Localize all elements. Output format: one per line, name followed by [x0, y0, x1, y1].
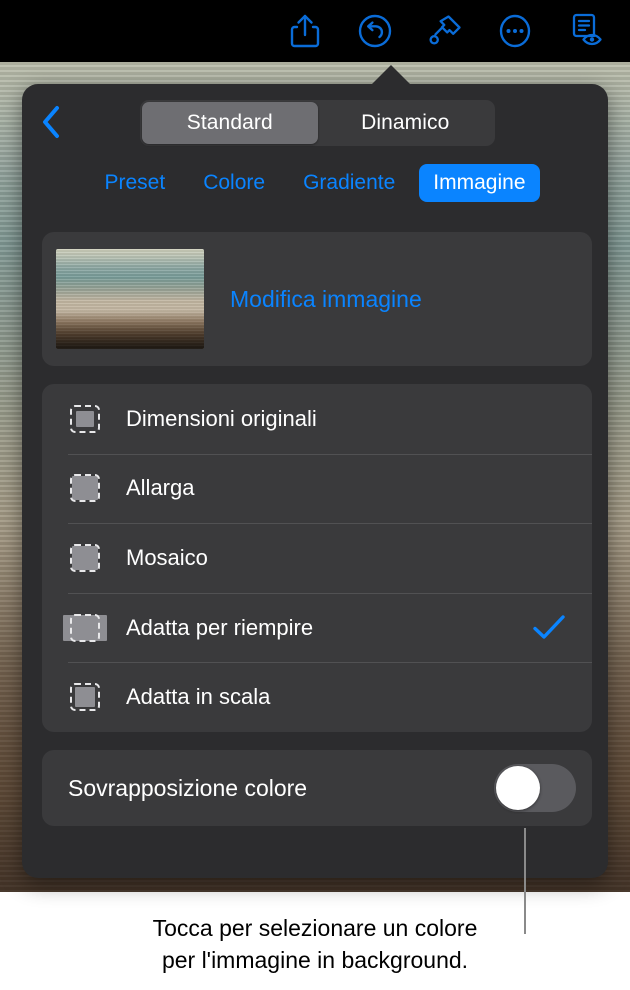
edit-image-button[interactable]: Modifica immagine: [230, 286, 422, 313]
tab-gradiente[interactable]: Gradiente: [289, 164, 409, 202]
stretch-icon: [62, 469, 108, 507]
caption-text: Tocca per selezionare un colore per l'im…: [0, 912, 630, 976]
undo-icon: [357, 13, 393, 49]
style-segmented-control[interactable]: Standard Dinamico: [140, 100, 495, 146]
more-button[interactable]: [480, 3, 550, 59]
scale-to-fit-icon: [62, 678, 108, 716]
option-label: Allarga: [126, 475, 195, 501]
format-brush-icon: [425, 11, 465, 51]
more-ellipsis-icon: [497, 13, 533, 49]
tab-immagine[interactable]: Immagine: [419, 164, 540, 202]
image-edit-card: Modifica immagine: [42, 232, 592, 366]
popover-arrow: [371, 65, 411, 85]
option-label: Dimensioni originali: [126, 405, 317, 431]
image-fit-options-list: Dimensioni originali Allarga Mosaico Ada…: [42, 384, 592, 732]
document-preview-button[interactable]: [550, 3, 620, 59]
option-row-original-size[interactable]: Dimensioni originali: [42, 384, 592, 454]
option-label: Mosaico: [126, 544, 208, 570]
tile-icon: [62, 539, 108, 577]
popover-header: Standard Dinamico: [22, 100, 608, 148]
share-icon: [288, 13, 322, 49]
screen: Standard Dinamico Preset Colore Gradient…: [0, 0, 630, 990]
document-preview-icon: [567, 12, 603, 50]
chevron-left-icon: [40, 105, 62, 144]
option-row-stretch[interactable]: Allarga: [42, 453, 592, 524]
caption-line-2: per l'immagine in background.: [161, 947, 469, 973]
undo-button[interactable]: [340, 3, 410, 59]
segment-standard[interactable]: Standard: [142, 102, 318, 144]
share-button[interactable]: [270, 3, 340, 59]
original-size-icon: [62, 400, 108, 438]
background-image-thumbnail[interactable]: [56, 249, 204, 349]
thumbnail-photo: [56, 249, 204, 349]
option-row-scale-to-fill[interactable]: Adatta per riempire: [42, 592, 592, 663]
back-button[interactable]: [26, 101, 76, 147]
color-overlay-toggle[interactable]: [494, 764, 576, 812]
option-row-scale-to-fit[interactable]: Adatta in scala: [42, 662, 592, 732]
option-row-tile[interactable]: Mosaico: [42, 523, 592, 593]
segment-dinamico[interactable]: Dinamico: [318, 102, 494, 144]
color-overlay-label: Sovrapposizione colore: [68, 774, 308, 801]
checkmark-icon: [532, 614, 566, 642]
format-brush-button[interactable]: [410, 3, 480, 59]
caption-line-1: Tocca per selezionare un colore: [152, 915, 478, 941]
color-overlay-card: Sovrapposizione colore: [42, 750, 592, 826]
background-format-popover: Standard Dinamico Preset Colore Gradient…: [22, 84, 608, 878]
fill-type-tabs: Preset Colore Gradiente Immagine: [22, 162, 608, 204]
callout-leader-line: [524, 828, 526, 934]
option-label: Adatta in scala: [126, 684, 271, 710]
scale-to-fill-icon: [62, 609, 108, 647]
top-toolbar: [0, 0, 630, 62]
option-label: Adatta per riempire: [126, 614, 314, 640]
tab-colore[interactable]: Colore: [189, 164, 279, 202]
toggle-knob: [496, 766, 540, 810]
tab-preset[interactable]: Preset: [90, 164, 179, 202]
